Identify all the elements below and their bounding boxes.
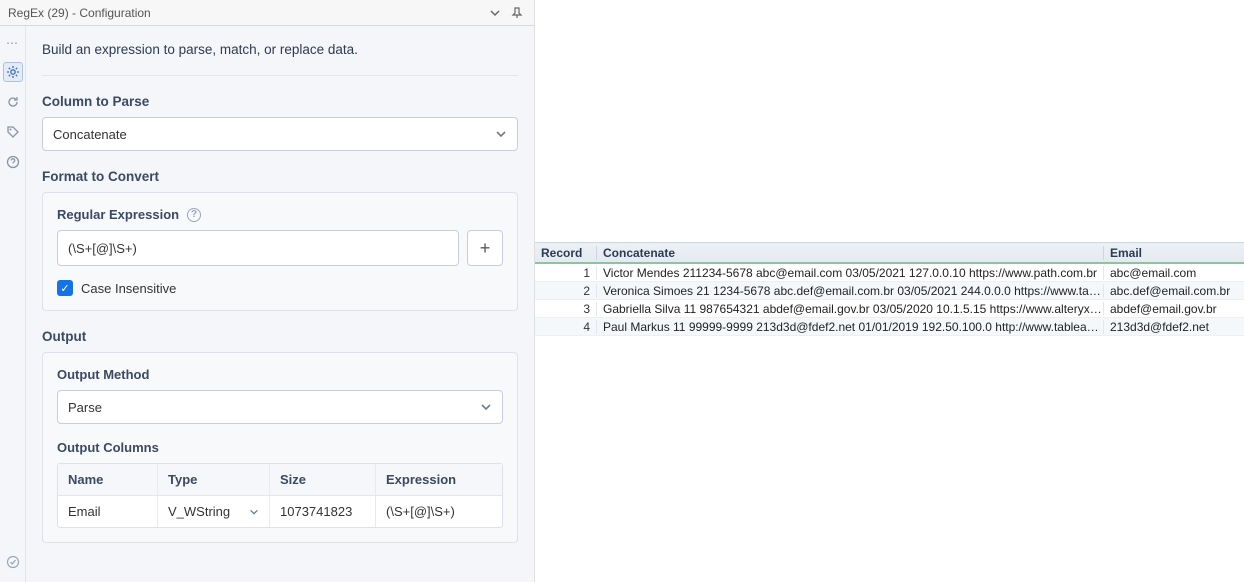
case-insensitive-checkbox[interactable]: ✓: [57, 280, 73, 296]
cell-concatenate: Paul Markus 11 99999-9999 213d3d@fdef2.n…: [597, 320, 1104, 334]
table-row[interactable]: 2 Veronica Simoes 21 1234-5678 abc.def@e…: [535, 282, 1244, 300]
pin-icon[interactable]: [508, 4, 526, 22]
gear-icon[interactable]: [3, 62, 23, 82]
format-panel: Regular Expression ? + ✓ Case Insensitiv…: [42, 192, 518, 311]
header-email[interactable]: Email: [1104, 246, 1244, 260]
case-insensitive-row[interactable]: ✓ Case Insensitive: [57, 280, 503, 296]
tag-icon[interactable]: [3, 122, 23, 142]
refresh-icon[interactable]: [3, 92, 23, 112]
panel-body: ⋯ Build an expression to parse, match, o…: [0, 26, 534, 582]
th-type: Type: [158, 464, 270, 495]
table-row[interactable]: 1 Victor Mendes 211234-5678 abc@email.co…: [535, 264, 1244, 282]
config-content: Build an expression to parse, match, or …: [26, 26, 534, 582]
help-icon[interactable]: [3, 152, 23, 172]
cell-record: 1: [535, 266, 597, 280]
regex-input-row: +: [57, 230, 503, 266]
output-columns-label: Output Columns: [57, 440, 159, 455]
output-columns-label-row: Output Columns: [57, 440, 503, 455]
regex-add-button[interactable]: +: [467, 230, 503, 266]
th-size: Size: [270, 464, 376, 495]
output-method-label-row: Output Method: [57, 367, 503, 382]
panel-header: RegEx (29) - Configuration: [0, 0, 534, 26]
regex-input[interactable]: [57, 230, 459, 266]
help-icon[interactable]: ?: [187, 208, 201, 222]
chevron-down-icon: [249, 507, 259, 517]
output-columns-row[interactable]: Email V_WString 1073741823 (\S+[@]\S+): [58, 496, 502, 527]
td-expression: (\S+[@]\S+): [376, 496, 502, 527]
cell-record: 3: [535, 302, 597, 316]
output-columns-table: Name Type Size Expression Email V_WStrin…: [57, 463, 503, 528]
column-to-parse-value: Concatenate: [53, 127, 127, 142]
chevron-down-icon: [495, 128, 507, 140]
output-method-select[interactable]: Parse: [57, 390, 503, 424]
more-icon[interactable]: ⋯: [6, 36, 19, 50]
config-sidebar: ⋯: [0, 26, 26, 582]
cell-email: 213d3d@fdef2.net: [1104, 320, 1244, 334]
output-method-value: Parse: [68, 400, 102, 415]
regex-label: Regular Expression: [57, 207, 179, 222]
cell-concatenate: Veronica Simoes 21 1234-5678 abc.def@ema…: [597, 284, 1104, 298]
table-row[interactable]: 4 Paul Markus 11 99999-9999 213d3d@fdef2…: [535, 318, 1244, 336]
results-grid: Record Concatenate Email 1 Victor Mendes…: [535, 242, 1244, 336]
td-type-value: V_WString: [168, 504, 230, 519]
configuration-panel: RegEx (29) - Configuration ⋯: [0, 0, 535, 582]
cell-record: 2: [535, 284, 597, 298]
cell-record: 4: [535, 320, 597, 334]
output-label: Output: [42, 329, 518, 344]
td-size[interactable]: 1073741823: [270, 496, 376, 527]
table-row[interactable]: 3 Gabriella Silva 11 987654321 abdef@ema…: [535, 300, 1244, 318]
header-record[interactable]: Record: [535, 246, 597, 260]
td-name[interactable]: Email: [58, 496, 158, 527]
chevron-down-icon: [480, 401, 492, 413]
results-header: Record Concatenate Email: [535, 242, 1244, 264]
column-to-parse-label: Column to Parse: [42, 94, 518, 109]
output-method-label: Output Method: [57, 367, 149, 382]
cell-concatenate: Gabriella Silva 11 987654321 abdef@email…: [597, 302, 1104, 316]
format-to-convert-label: Format to Convert: [42, 169, 518, 184]
description-text: Build an expression to parse, match, or …: [42, 36, 518, 76]
results-panel: Record Concatenate Email 1 Victor Mendes…: [535, 0, 1244, 582]
collapse-icon[interactable]: [486, 4, 504, 22]
cell-email: abc@email.com: [1104, 266, 1244, 280]
output-columns-header: Name Type Size Expression: [58, 464, 502, 496]
th-expression: Expression: [376, 464, 502, 495]
cell-email: abc.def@email.com.br: [1104, 284, 1244, 298]
cell-concatenate: Victor Mendes 211234-5678 abc@email.com …: [597, 266, 1104, 280]
th-name: Name: [58, 464, 158, 495]
output-panel: Output Method Parse Output Columns Name …: [42, 352, 518, 543]
td-type[interactable]: V_WString: [158, 496, 270, 527]
cell-email: abdef@email.gov.br: [1104, 302, 1244, 316]
regex-label-row: Regular Expression ?: [57, 207, 503, 222]
column-to-parse-select[interactable]: Concatenate: [42, 117, 518, 151]
case-insensitive-label: Case Insensitive: [81, 281, 176, 296]
header-concatenate[interactable]: Concatenate: [597, 246, 1104, 260]
status-check-icon: [3, 552, 23, 572]
panel-title: RegEx (29) - Configuration: [8, 6, 482, 20]
